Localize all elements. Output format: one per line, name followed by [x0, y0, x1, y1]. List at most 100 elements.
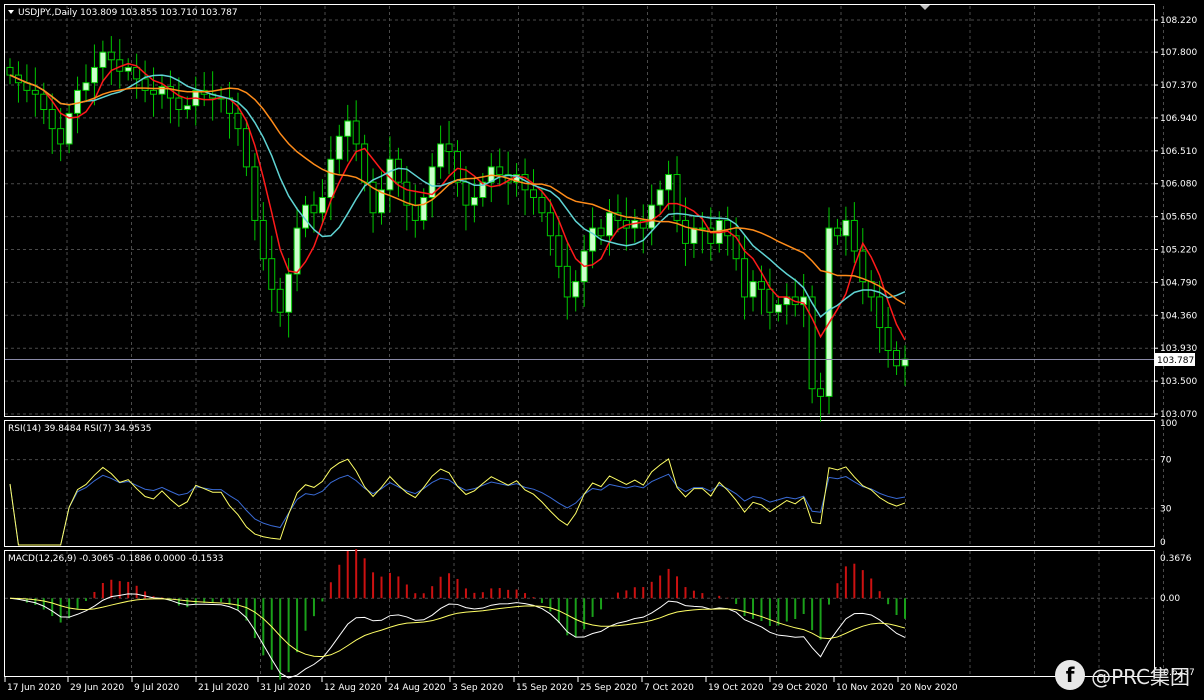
price-tick-label: 107.800 — [1160, 48, 1197, 58]
candle-body — [57, 128, 65, 145]
candle-body — [496, 166, 504, 176]
candle-body — [538, 196, 546, 214]
date-label: 7 Oct 2020 — [644, 683, 694, 693]
candle-body — [107, 51, 115, 61]
candle-body — [867, 281, 875, 298]
macd-tick-label: 0.3676 — [1160, 554, 1192, 564]
candle-body — [150, 89, 158, 95]
candle-body — [665, 174, 673, 191]
candle-body — [808, 296, 816, 390]
candle-body — [572, 281, 580, 298]
candle-body — [31, 89, 39, 95]
candle-body — [242, 128, 250, 168]
candle-body — [648, 204, 656, 229]
candle-body — [774, 304, 782, 313]
menu-triangle-icon[interactable] — [8, 10, 14, 14]
watermark: f @PRC集团 — [1055, 660, 1190, 690]
candle-body — [133, 66, 141, 80]
rsi-panel-title: RSI(14) 39.8484 RSI(7) 34.9535 — [8, 424, 151, 434]
candle-body — [335, 135, 343, 160]
date-label: 10 Nov 2020 — [836, 683, 894, 693]
candle-body — [817, 388, 825, 397]
candle-body — [327, 158, 335, 198]
price-tick-label: 106.080 — [1160, 180, 1197, 190]
rsi14-line — [9, 473, 906, 546]
price-panel-title: USDJPY.,Daily 103.809 103.855 103.710 10… — [18, 8, 238, 18]
rsi-lines — [9, 458, 906, 546]
date-label: 12 Aug 2020 — [324, 683, 382, 693]
price-tick-label: 106.510 — [1160, 147, 1197, 157]
date-label: 20 Nov 2020 — [900, 683, 958, 693]
date-label: 15 Sep 2020 — [516, 683, 573, 693]
date-label: 21 Jul 2020 — [198, 683, 249, 693]
candle-body — [276, 288, 284, 313]
candle-body — [175, 97, 183, 111]
date-label: 19 Oct 2020 — [708, 683, 764, 693]
candle-body — [757, 281, 765, 290]
candle-body — [40, 93, 48, 111]
candle-body — [82, 82, 90, 91]
candle-body — [318, 196, 326, 214]
candle-body — [445, 143, 453, 153]
candle-body — [462, 181, 470, 206]
price-tick-label: 105.650 — [1160, 213, 1197, 223]
price-tick-label: 107.370 — [1160, 81, 1197, 91]
current-price-tag: 103.787 — [1157, 356, 1194, 366]
candle-body — [48, 109, 56, 130]
date-label: 24 Aug 2020 — [388, 683, 446, 693]
candle-body — [251, 166, 259, 221]
prc-logo: f — [1055, 660, 1086, 690]
candle-body — [597, 227, 605, 237]
price-tick-label: 104.360 — [1160, 311, 1197, 321]
date-label: 3 Sep 2020 — [452, 683, 504, 693]
candle-body — [850, 219, 858, 252]
rsi-tick-label: 70 — [1160, 456, 1172, 466]
shift-marker-icon[interactable] — [920, 5, 930, 10]
candle-body — [344, 120, 352, 137]
date-label: 31 Jul 2020 — [260, 683, 311, 693]
candle-body — [766, 288, 774, 313]
candle-body — [259, 219, 267, 260]
rsi-tick-label: 0 — [1160, 538, 1166, 548]
price-axis: 108.220 107.800 107.370 106.940 106.510 106.0… — [1154, 16, 1197, 678]
rsi-tick-label: 100 — [1160, 419, 1177, 429]
candle-body — [656, 189, 664, 206]
candle-body — [310, 204, 318, 214]
rsi-panel-frame — [4, 420, 1155, 547]
candle-body — [605, 212, 613, 237]
candle-body — [681, 219, 689, 244]
candle-body — [555, 235, 563, 267]
date-label: 17 Jun 2020 — [7, 683, 61, 693]
date-label: 29 Oct 2020 — [772, 683, 828, 693]
candle-body — [563, 265, 571, 298]
candle-body — [529, 189, 537, 198]
candle-body — [732, 235, 740, 260]
watermark-text: @PRC集团 — [1091, 664, 1190, 689]
candles — [6, 36, 909, 422]
candle-body — [437, 143, 445, 168]
candle-body — [285, 273, 293, 313]
price-tick-label: 106.940 — [1160, 114, 1197, 124]
candle-body — [893, 350, 901, 367]
date-label: 29 Jun 2020 — [70, 683, 124, 693]
candle-body — [876, 296, 884, 329]
candle-body — [842, 219, 850, 237]
macd-panel-title: MACD(12,26,9) -0.3065 -0.1886 0.0000 -0.… — [8, 554, 224, 564]
candle-body — [411, 204, 419, 221]
date-axis: 17 Jun 2020 29 Jun 2020 9 Jul 2020 21 Jul 2… — [4, 677, 958, 693]
candle-body — [99, 51, 107, 68]
candle-body — [234, 112, 242, 130]
candle-body — [454, 151, 461, 183]
date-label: 25 Sep 2020 — [580, 683, 637, 693]
candle-body — [859, 250, 867, 283]
price-tick-label: 103.930 — [1160, 344, 1197, 354]
candle-body — [268, 258, 276, 290]
candle-body — [470, 196, 478, 206]
candle-body — [386, 158, 394, 191]
candle-body — [741, 258, 749, 298]
macd-tick-label: 0.00 — [1160, 594, 1180, 604]
trading-chart[interactable]: 108.220 107.800 107.370 106.940 106.510 106.0… — [0, 0, 1204, 700]
candle-body — [394, 158, 402, 183]
candle-body — [749, 281, 757, 298]
candle-body — [124, 66, 132, 72]
